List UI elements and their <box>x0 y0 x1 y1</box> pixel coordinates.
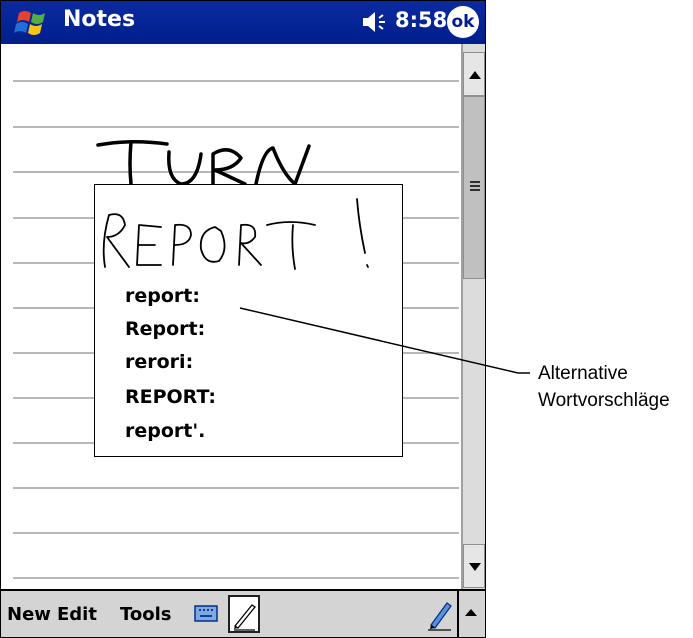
callout-line-1: Alternative <box>538 363 628 384</box>
callout-line-2: Wortvorschläge <box>538 390 670 411</box>
callout-leader-line <box>239 307 530 374</box>
